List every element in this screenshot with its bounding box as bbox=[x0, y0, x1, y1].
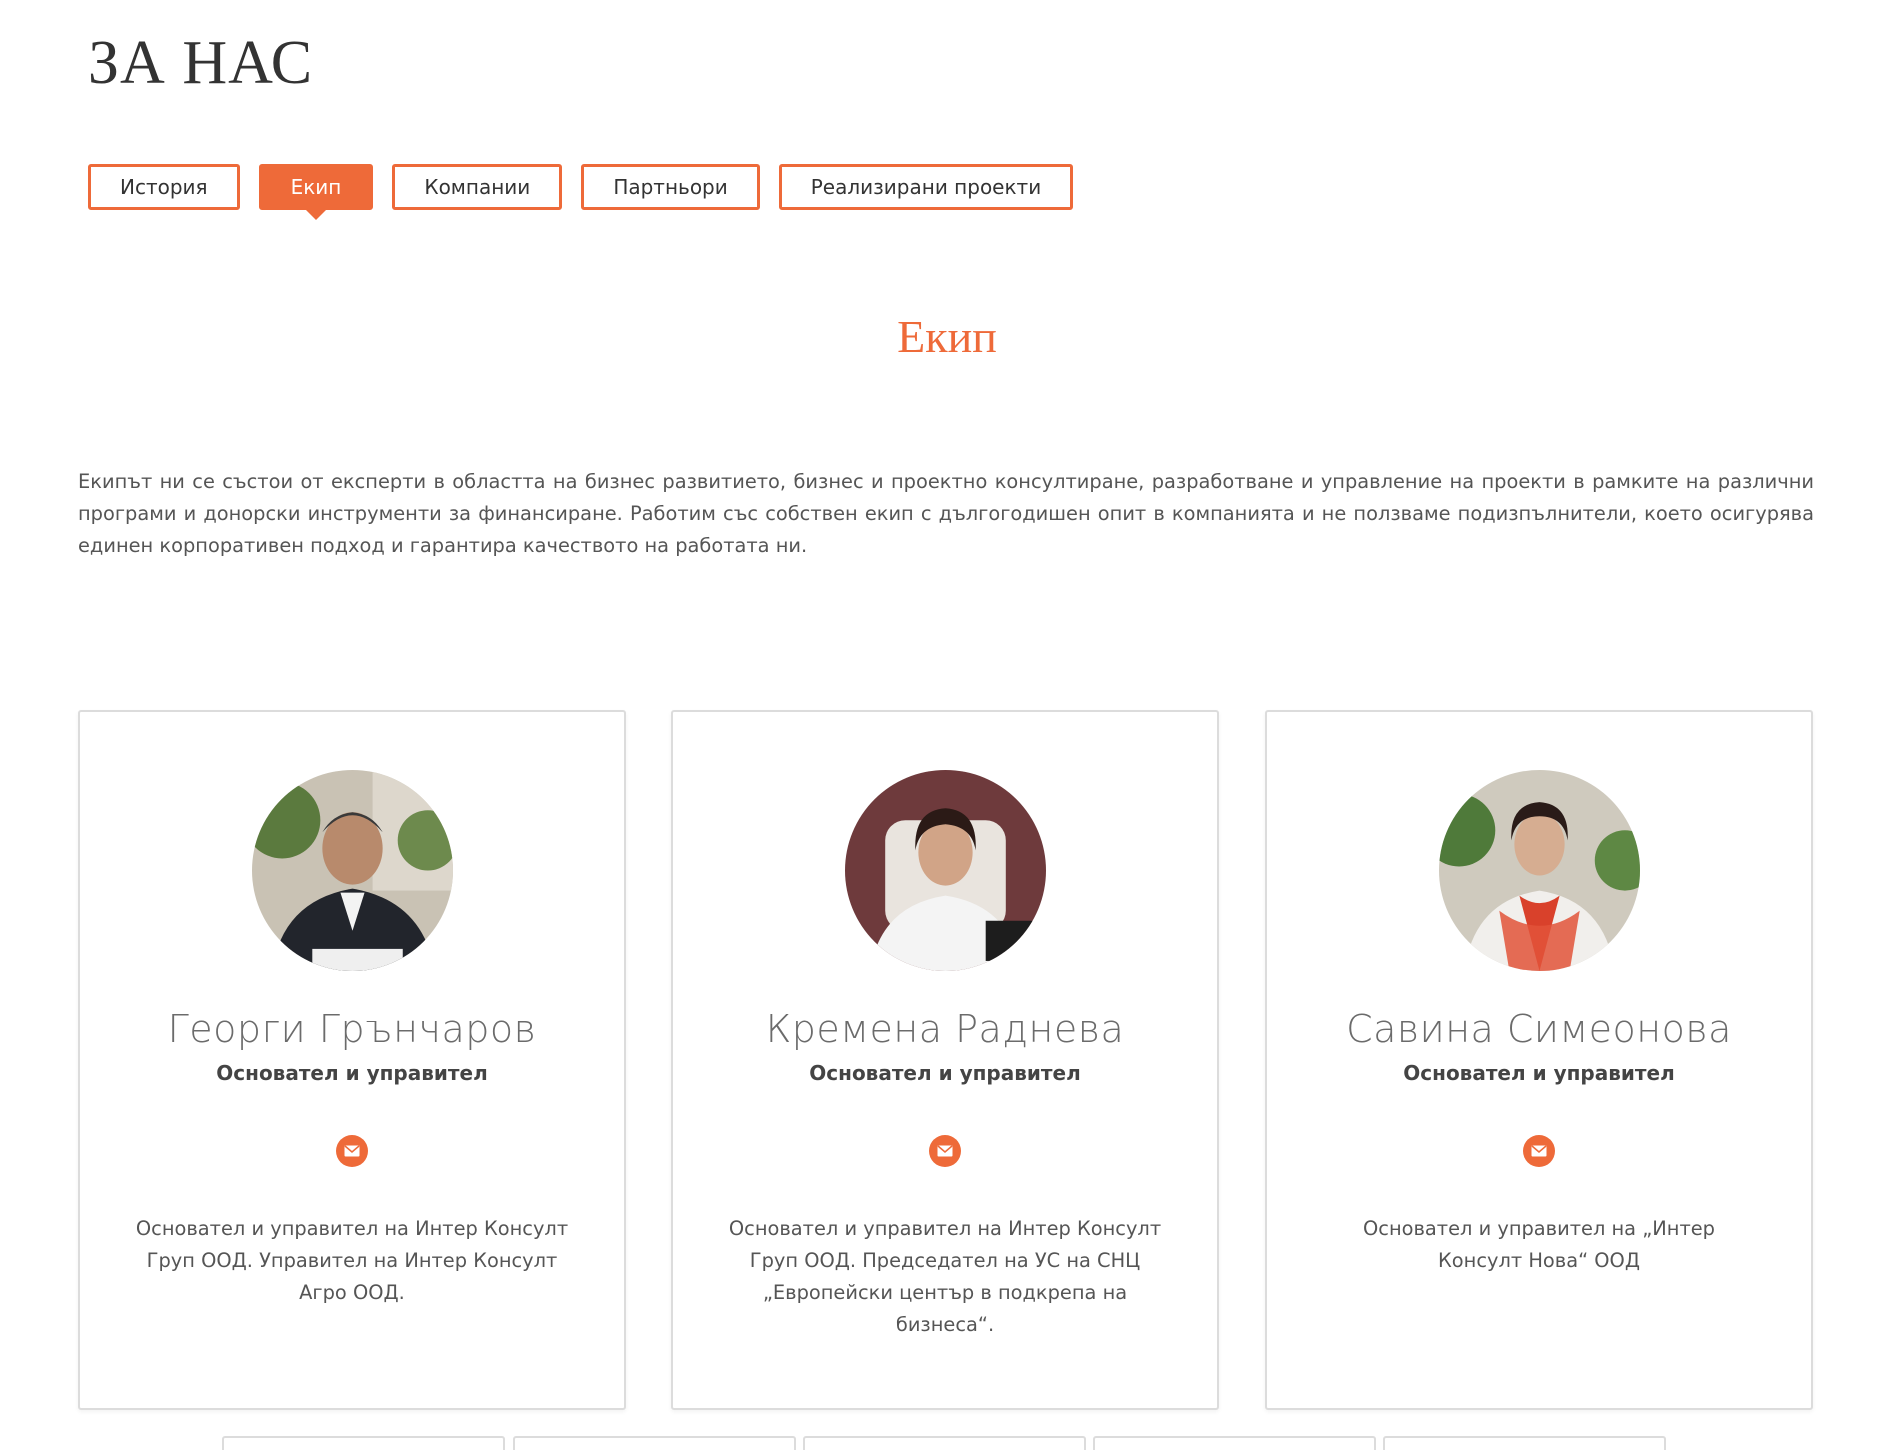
team-card: Савина Симеонова Основател и управител О… bbox=[1265, 710, 1813, 1410]
team-card bbox=[513, 1436, 796, 1450]
team-cards: Георги Грънчаров Основател и управител О… bbox=[78, 710, 1816, 1410]
avatar bbox=[251, 770, 453, 971]
more-team-cards bbox=[222, 1436, 1672, 1450]
team-card: Кремена Раднева Основател и управител Ос… bbox=[671, 710, 1219, 1410]
tab-projects[interactable]: Реализирани проекти bbox=[778, 164, 1074, 210]
team-intro: Екипът ни се състои от експерти в област… bbox=[78, 470, 1814, 557]
member-name: Савина Симеонова bbox=[1346, 1007, 1732, 1051]
about-tabs: История Екип Компании Партньори Реализир… bbox=[88, 164, 1074, 220]
tab-history[interactable]: История bbox=[88, 164, 240, 210]
envelope-icon[interactable] bbox=[336, 1135, 368, 1167]
team-card: Георги Грънчаров Основател и управител О… bbox=[78, 710, 626, 1410]
member-bio: Основател и управител на Интер Консулт Г… bbox=[135, 1217, 569, 1304]
team-card bbox=[222, 1436, 505, 1450]
section-heading: Екип bbox=[897, 311, 997, 362]
envelope-icon[interactable] bbox=[1523, 1135, 1555, 1167]
tab-team[interactable]: Екип bbox=[258, 164, 374, 220]
member-role: Основател и управител bbox=[1403, 1061, 1675, 1085]
team-card bbox=[803, 1436, 1086, 1450]
avatar bbox=[844, 770, 1046, 971]
page-title: ЗА НАС bbox=[88, 29, 314, 97]
team-card bbox=[1093, 1436, 1376, 1450]
team-card bbox=[1383, 1436, 1666, 1450]
tab-companies[interactable]: Компании bbox=[392, 164, 563, 210]
member-name: Кремена Раднева bbox=[765, 1007, 1125, 1051]
member-bio: Основател и управител на Интер Консулт Г… bbox=[728, 1217, 1162, 1336]
tab-partners[interactable]: Партньори bbox=[581, 164, 760, 210]
avatar bbox=[1438, 770, 1640, 971]
member-bio: Основател и управител на „Интер Консулт … bbox=[1363, 1217, 1715, 1272]
member-role: Основател и управител bbox=[216, 1061, 488, 1085]
member-role: Основател и управител bbox=[809, 1061, 1081, 1085]
envelope-icon[interactable] bbox=[929, 1135, 961, 1167]
member-name: Георги Грънчаров bbox=[167, 1007, 537, 1051]
